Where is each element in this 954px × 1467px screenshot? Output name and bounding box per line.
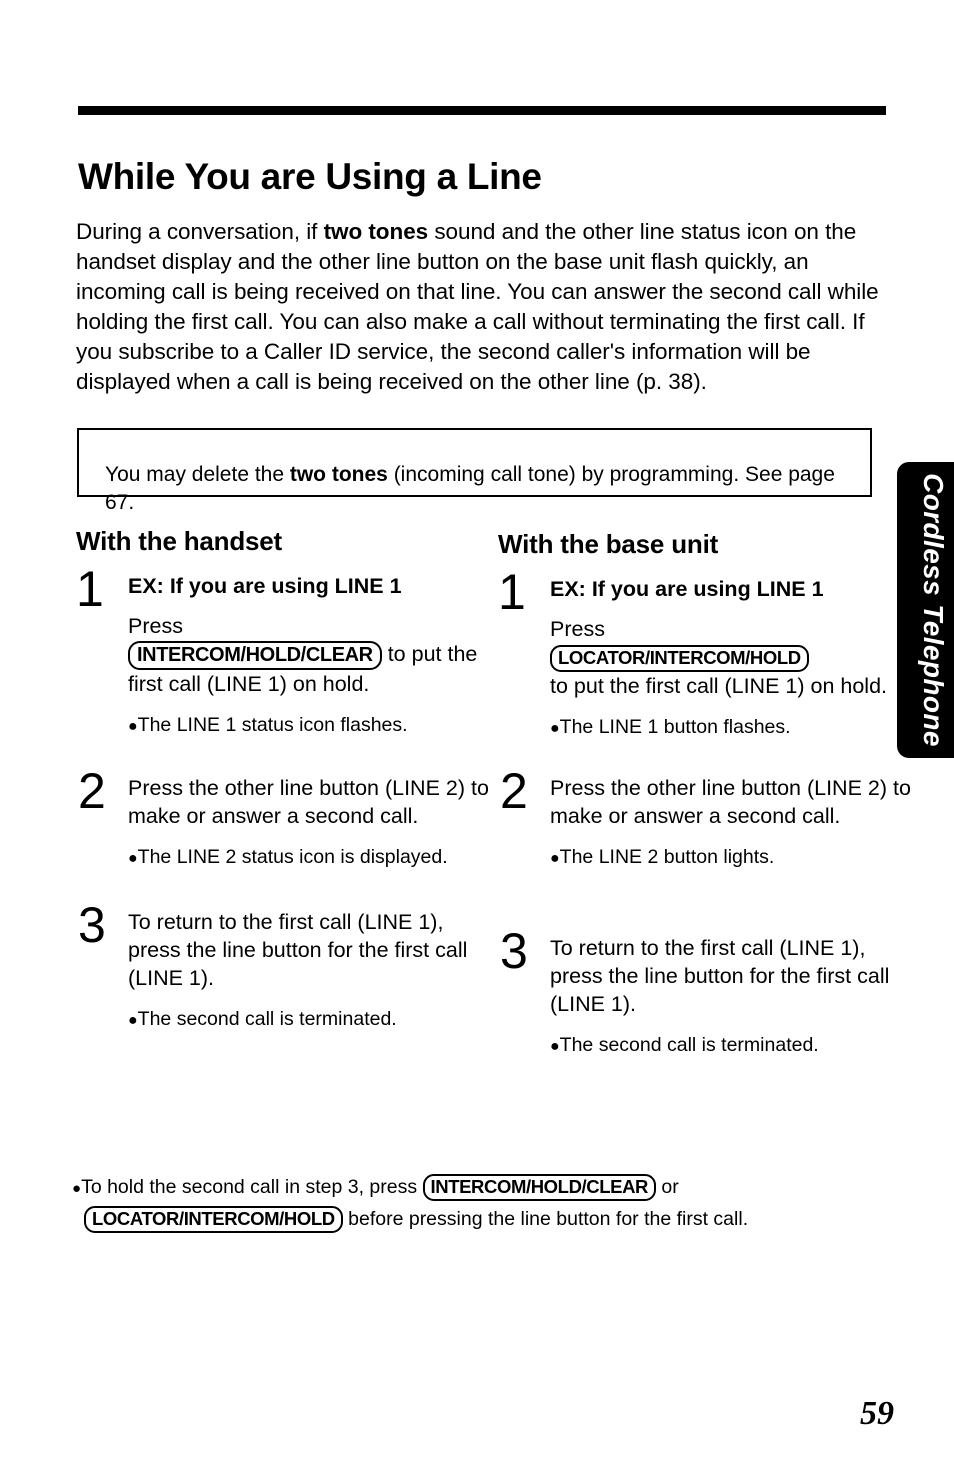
page-number: 59: [860, 1395, 894, 1432]
step-subnote-text: The LINE 2 status icon is displayed.: [137, 845, 448, 868]
step-body-text: Press the other line button (LINE 2) to …: [550, 775, 911, 828]
title-rule-divider: [78, 106, 886, 115]
step-number: 2: [78, 762, 106, 819]
step-number: 3: [78, 896, 106, 953]
step-lead-text: EX: If you are using LINE 1: [128, 573, 402, 598]
bullet-icon: ●: [72, 1180, 82, 1197]
keycap-intercom-hold-clear[interactable]: INTERCOM/HOLD/CLEAR: [422, 1174, 656, 1201]
note-box: You may delete the two tones (incoming c…: [77, 428, 872, 514]
step-body-text: To return to the first call (LINE 1), pr…: [128, 909, 468, 990]
column-heading-base-unit: With the base unit: [498, 529, 719, 559]
step-base-3: 3 To return to the first call (LINE 1), …: [498, 926, 918, 1060]
intro-paragraph: During a conversation, if two tones soun…: [76, 217, 888, 397]
step-base-2: 2 Press the other line button (LINE 2) t…: [498, 766, 918, 872]
keycap-locator-intercom-hold[interactable]: LOCATOR/INTERCOM/HOLD: [84, 1206, 343, 1233]
manual-page: While You are Using a Line During a conv…: [0, 0, 954, 1467]
intro-text-part2: sound and the other line status icon on …: [76, 218, 879, 394]
column-heading-handset: With the handset: [76, 526, 283, 556]
intro-bold-two-tones: two tones: [323, 218, 429, 244]
step-body-text: Press the other line button (LINE 2) to …: [128, 775, 489, 828]
step-subnote: ●The LINE 1 button flashes.: [550, 714, 918, 742]
column-handset: With the handset 1 EX: If you are using …: [76, 527, 496, 1048]
note-box-text: You may delete the two tones (incoming c…: [105, 461, 865, 517]
step-number: 3: [500, 922, 528, 979]
step-handset-3: 3 To return to the first call (LINE 1), …: [76, 900, 496, 1034]
step-number: 1: [498, 563, 526, 620]
step-body-text: Press INTERCOM/HOLD/CLEAR to put the firs…: [128, 612, 496, 698]
step-body-text: Press LOCATOR/INTERCOM/HOLD to put the fir…: [550, 615, 918, 700]
step-subnote-text: The second call is terminated.: [559, 1033, 819, 1056]
step-subnote-text: The LINE 1 status icon flashes.: [137, 713, 408, 736]
step-body-before: Press: [128, 613, 183, 638]
bullet-icon: ●: [128, 717, 138, 735]
column-base-unit: With the base unit 1 EX: If you are usin…: [498, 530, 918, 1074]
bottom-note-text1: To hold the second call in step 3, press: [81, 1176, 423, 1198]
bottom-note-text2: or: [656, 1176, 679, 1198]
step-subnote: ●The second call is terminated.: [128, 1006, 496, 1034]
step-base-1: 1 EX: If you are using LINE 1 Press LOCAT…: [498, 567, 918, 742]
bullet-icon: ●: [128, 849, 138, 867]
note-text-part1: You may delete the: [105, 463, 290, 486]
keycap-intercom-hold-clear[interactable]: INTERCOM/HOLD/CLEAR: [128, 640, 382, 670]
bottom-note: ●To hold the second call in step 3, pres…: [72, 1172, 892, 1234]
step-subnote-text: The second call is terminated.: [137, 1007, 397, 1030]
bullet-icon: ●: [550, 719, 560, 737]
step-subnote: ●The LINE 2 button lights.: [550, 844, 918, 872]
step-handset-1: 1 EX: If you are using LINE 1 Press INTER…: [76, 564, 496, 740]
step-handset-2: 2 Press the other line button (LINE 2) t…: [76, 766, 496, 872]
bullet-icon: ●: [550, 1037, 560, 1055]
intro-text-part1: During a conversation, if: [76, 218, 324, 244]
step-body-before: Press: [550, 616, 605, 641]
step-body-text: To return to the first call (LINE 1), pr…: [550, 935, 890, 1016]
page-title: While You are Using a Line: [78, 155, 542, 197]
bullet-icon: ●: [550, 849, 560, 867]
step-lead-text: EX: If you are using LINE 1: [550, 576, 824, 601]
step-number: 1: [76, 560, 104, 617]
side-tab-label: Cordless Telephone: [918, 473, 949, 747]
bullet-icon: ●: [128, 1011, 138, 1029]
step-subnote: ●The second call is terminated.: [550, 1032, 918, 1060]
note-bold-two-tones: two tones: [289, 463, 388, 486]
step-subnote: ●The LINE 1 status icon flashes.: [128, 712, 496, 740]
step-subnote-text: The LINE 1 button flashes.: [559, 715, 791, 738]
keycap-locator-intercom-hold[interactable]: LOCATOR/INTERCOM/HOLD: [550, 644, 809, 672]
step-body-after: to put the first call (LINE 1) on hold.: [550, 673, 887, 698]
step-number: 2: [500, 762, 528, 819]
step-subnote-text: The LINE 2 button lights.: [559, 845, 775, 868]
step-subnote: ●The LINE 2 status icon is displayed.: [128, 844, 496, 872]
bottom-note-text3: before pressing the line button for the …: [342, 1208, 749, 1230]
